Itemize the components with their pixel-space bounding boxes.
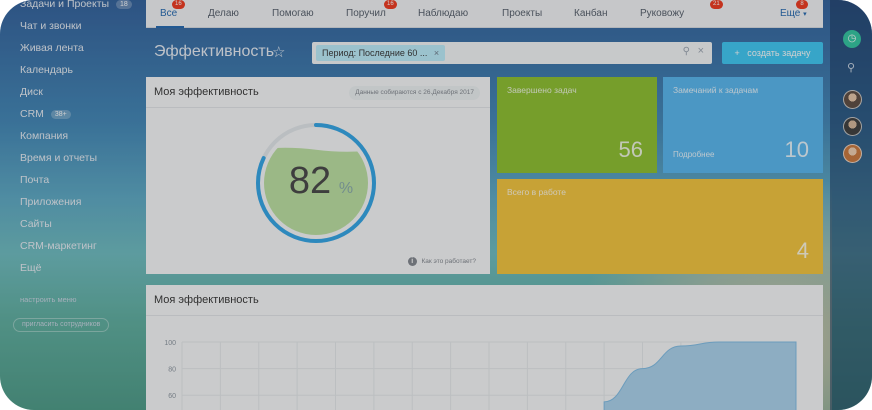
create-task-button[interactable]: + создать задачу <box>722 42 823 64</box>
details-link[interactable]: Подробнее <box>673 150 715 159</box>
sidebar-item-more[interactable]: Ещё <box>20 262 41 274</box>
avatar[interactable] <box>843 117 862 136</box>
sidebar-item-badge: 38+ <box>50 109 71 119</box>
invite-users-button[interactable]: пригласить сотрудников <box>13 318 110 332</box>
sidebar-item-tasks[interactable]: Задачи и Проекты 18 <box>20 0 132 10</box>
page-title: Эффективность <box>154 43 275 60</box>
configure-menu-link[interactable]: настроить меню <box>20 295 77 304</box>
plus-icon: + <box>734 48 740 58</box>
period-filter-chip[interactable]: Период: Последние 60 ... × <box>316 45 446 61</box>
chevron-down-icon: ▾ <box>803 11 807 18</box>
sidebar-item-mail[interactable]: Почта <box>20 174 49 186</box>
how-it-works-link[interactable]: i Как это работает? <box>407 257 477 266</box>
sidebar-item-chat[interactable]: Чат и звонки <box>20 20 82 32</box>
app-window: Задачи и Проекты 18 Чат и звонки Живая л… <box>0 0 872 410</box>
tile-label: Всего в работе <box>507 187 566 197</box>
tile-label: Замечаний к задачам <box>673 85 759 95</box>
sidebar-item-apps[interactable]: Приложения <box>20 196 81 208</box>
clear-icon[interactable]: × <box>698 45 704 57</box>
close-icon[interactable]: × <box>434 48 439 58</box>
y-tick-label: 100 <box>164 340 176 347</box>
tile-label: Завершено задач <box>507 85 577 95</box>
sidebar-item-feed[interactable]: Живая лента <box>20 42 84 54</box>
active-tab-indicator <box>156 26 184 28</box>
completed-tasks-tile[interactable]: Завершено задач 56 <box>497 77 657 173</box>
data-collection-note: Данные собираются с 26.Декабря 2017 <box>349 86 480 100</box>
tab-supervising[interactable]: Руковожу <box>640 8 684 19</box>
sidebar-item-disk[interactable]: Диск <box>20 86 43 98</box>
y-tick-label: 80 <box>168 367 176 374</box>
star-icon[interactable]: ☆ <box>272 43 285 61</box>
tab-more[interactable]: Еще ▾ <box>780 8 807 19</box>
tab-badge: 16 <box>172 0 185 9</box>
tab-projects[interactable]: Проекты <box>502 8 542 19</box>
search-icon[interactable]: ⚲ <box>847 61 855 74</box>
left-sidebar: Задачи и Проекты 18 Чат и звонки Живая л… <box>0 0 140 410</box>
tab-more-label: Еще <box>780 8 801 19</box>
tab-badge: 8 <box>796 0 808 9</box>
tab-observing[interactable]: Наблюдаю <box>418 8 468 19</box>
efficiency-card: Моя эффективность Данные собираются с 26… <box>146 77 490 274</box>
sidebar-item-company[interactable]: Компания <box>20 130 68 142</box>
tab-helping[interactable]: Помогаю <box>272 8 314 19</box>
filter-chip-label: Период: Последние 60 ... <box>322 48 428 58</box>
divider <box>146 107 490 108</box>
tile-value: 56 <box>618 137 643 162</box>
efficiency-area-series <box>603 341 797 410</box>
sidebar-item-label: Задачи и Проекты <box>20 0 110 10</box>
efficiency-value: 82 <box>289 160 331 202</box>
tab-badge: 16 <box>384 0 397 9</box>
sidebar-item-time-reports[interactable]: Время и отчеты <box>20 152 97 164</box>
sidebar-item-label: CRM <box>20 108 44 120</box>
tile-value: 10 <box>784 137 809 162</box>
tab-all[interactable]: Все <box>160 8 177 19</box>
sidebar-item-calendar[interactable]: Календарь <box>20 64 73 76</box>
efficiency-chart-card: Моя эффективность 100 80 60 <box>146 285 823 410</box>
card-title: Моя эффективность <box>154 86 259 98</box>
efficiency-gauge: 82 % <box>256 123 376 243</box>
tile-value: 4 <box>796 238 809 263</box>
create-task-label: создать задачу <box>747 48 811 58</box>
sidebar-item-sites[interactable]: Сайты <box>20 218 52 230</box>
search-icon[interactable]: ⚲ <box>683 46 690 57</box>
task-remarks-tile[interactable]: Замечаний к задачам Подробнее 10 <box>663 77 823 173</box>
avatar[interactable] <box>843 144 862 163</box>
sidebar-item-crm-marketing[interactable]: CRM-маркетинг <box>20 240 97 252</box>
in-work-tile[interactable]: Всего в работе 4 <box>497 179 823 274</box>
efficiency-unit: % <box>339 180 353 197</box>
tab-badge: 21 <box>710 0 723 9</box>
sidebar-item-crm[interactable]: CRM 38+ <box>20 108 71 120</box>
help-link-label: Как это работает? <box>421 258 477 265</box>
tab-kanban[interactable]: Канбан <box>574 8 608 19</box>
clock-icon[interactable]: ◷ <box>843 30 861 48</box>
sidebar-item-badge: 18 <box>116 0 132 9</box>
efficiency-chart: 100 80 60 <box>164 340 797 410</box>
avatar[interactable] <box>843 90 862 109</box>
info-icon: i <box>407 257 417 266</box>
y-tick-label: 60 <box>168 393 176 400</box>
tab-doing[interactable]: Делаю <box>208 8 239 19</box>
tab-assigned[interactable]: Поручил <box>346 8 386 19</box>
filter-search-field[interactable]: Период: Последние 60 ... × ⚲ × <box>312 42 712 64</box>
task-tabs-bar: Все 16 Делаю Помогаю Поручил 16 Наблюдаю… <box>146 0 823 28</box>
